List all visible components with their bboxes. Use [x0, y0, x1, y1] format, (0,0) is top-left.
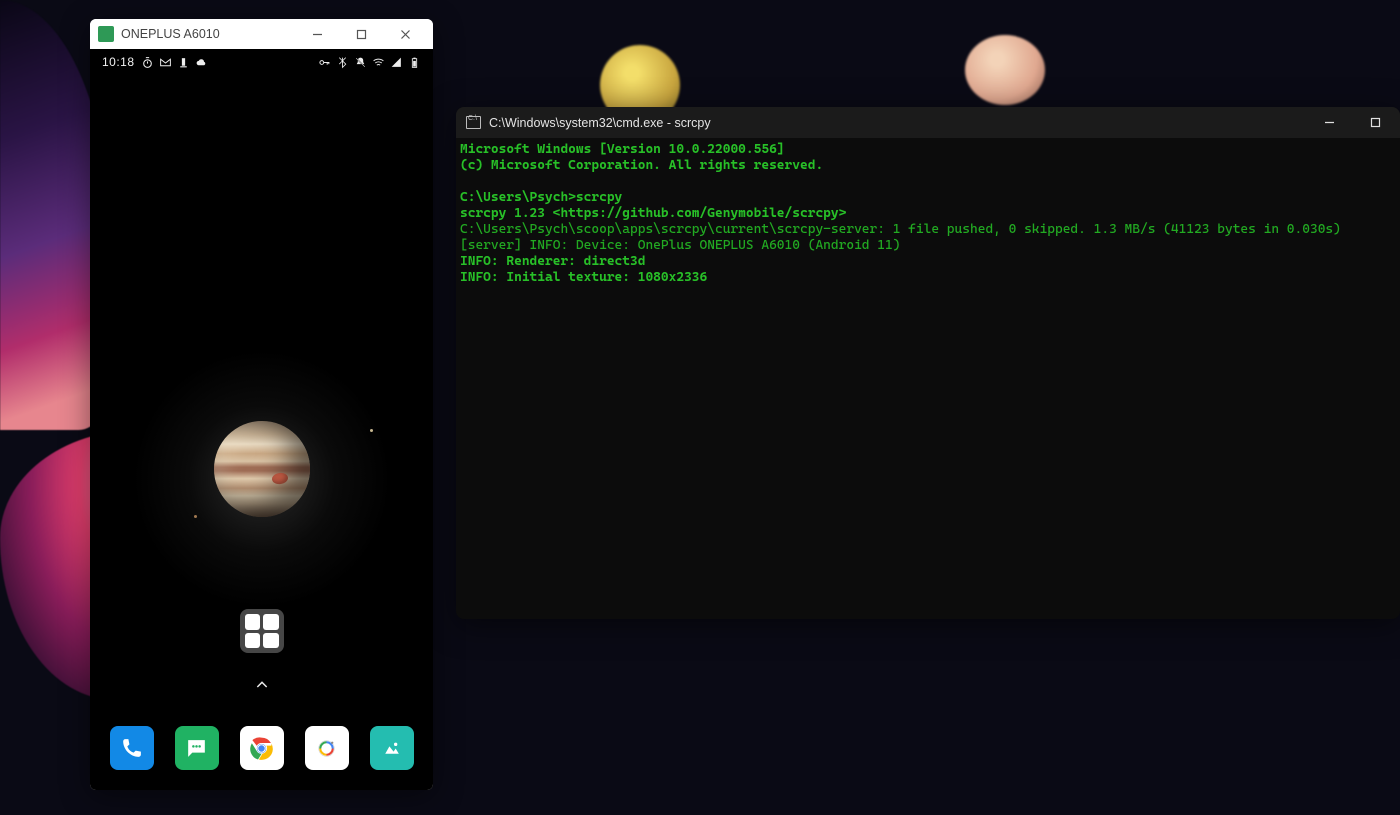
scrcpy-app-icon	[98, 26, 114, 42]
cmd-line-2: (c) Microsoft Corporation. All rights re…	[460, 158, 823, 173]
mute-icon	[354, 56, 367, 69]
wallpaper-moon-2	[194, 515, 197, 518]
messages-app[interactable]	[175, 726, 219, 770]
cmd-out-4: INFO: Renderer: direct3d	[460, 254, 645, 269]
minimize-button[interactable]	[295, 19, 339, 49]
photos-mini-icon	[245, 633, 261, 649]
data-icon	[177, 56, 190, 69]
gallery-app[interactable]	[370, 726, 414, 770]
phone-screen[interactable]: 10:18	[90, 49, 433, 790]
google-apps-folder[interactable]	[240, 609, 284, 653]
drive-mini-icon	[263, 633, 279, 649]
battery-icon	[408, 56, 421, 69]
stopwatch-icon	[141, 56, 154, 69]
dock	[90, 726, 433, 770]
phone-app[interactable]	[110, 726, 154, 770]
cmd-titlebar[interactable]: C:\Windows\system32\cmd.exe - scrcpy	[456, 107, 1400, 138]
wallpaper-orb-pink	[965, 35, 1045, 105]
bluetooth-icon	[336, 56, 349, 69]
cmd-line-1: Microsoft Windows [Version 10.0.22000.55…	[460, 142, 785, 157]
cmd-out-5: INFO: Initial texture: 1080x2336	[460, 270, 707, 285]
wallpaper-moon-1	[370, 429, 373, 432]
chrome-mini-icon	[263, 614, 279, 630]
maximize-button[interactable]	[339, 19, 383, 49]
wifi-icon	[372, 56, 385, 69]
cmd-window[interactable]: C:\Windows\system32\cmd.exe - scrcpy Mic…	[456, 107, 1400, 619]
cmd-out-3: [server] INFO: Device: OnePlus ONEPLUS A…	[460, 238, 900, 253]
cloud-icon	[195, 56, 208, 69]
status-right-icons	[318, 56, 421, 69]
camera-app[interactable]	[305, 726, 349, 770]
wallpaper-jupiter	[214, 421, 310, 517]
vpn-key-icon	[318, 56, 331, 69]
cmd-out-1: scrcpy 1.23 <https://github.com/Genymobi…	[460, 206, 846, 221]
cmd-minimize-button[interactable]	[1306, 107, 1352, 138]
google-icon	[245, 614, 261, 630]
chrome-app[interactable]	[240, 726, 284, 770]
cmd-window-title: C:\Windows\system32\cmd.exe - scrcpy	[489, 116, 1306, 130]
gmail-icon	[159, 56, 172, 69]
app-drawer-handle[interactable]	[254, 677, 270, 698]
cmd-command: scrcpy	[576, 190, 622, 205]
cmd-output-area[interactable]: Microsoft Windows [Version 10.0.22000.55…	[456, 138, 1400, 619]
cmd-out-2: C:\Users\Psych\scoop\apps\scrcpy\current…	[460, 222, 1341, 237]
status-clock: 10:18	[102, 55, 135, 69]
status-left-icons	[141, 56, 208, 69]
scrcpy-titlebar[interactable]: ONEPLUS A6010	[90, 19, 433, 49]
signal-icon	[390, 56, 403, 69]
scrcpy-window[interactable]: ONEPLUS A6010 10:18	[90, 19, 433, 790]
cmd-maximize-button[interactable]	[1352, 107, 1398, 138]
scrcpy-window-title: ONEPLUS A6010	[121, 27, 295, 41]
cmd-prompt: C:\Users\Psych>	[460, 190, 576, 205]
android-status-bar[interactable]: 10:18	[90, 49, 433, 75]
close-button[interactable]	[383, 19, 427, 49]
cmd-app-icon	[466, 116, 481, 129]
